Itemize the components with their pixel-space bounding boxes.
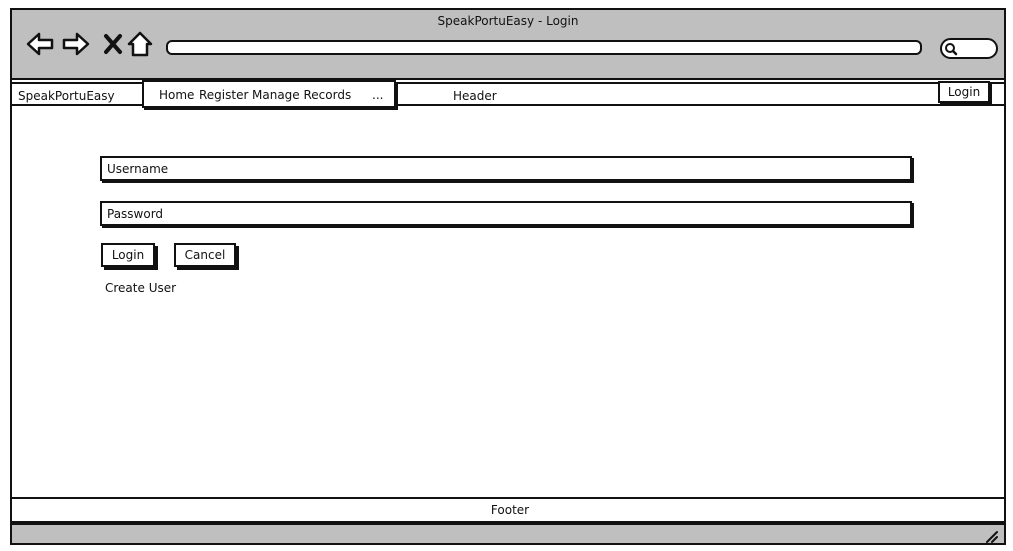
menu-item-register[interactable]: Register bbox=[199, 88, 248, 102]
create-user-link[interactable]: Create User bbox=[105, 281, 176, 295]
search-icon bbox=[945, 43, 958, 56]
header-label: Header bbox=[453, 89, 497, 103]
browser-titlebar: SpeakPortuEasy - Login bbox=[12, 10, 1004, 80]
main-menu: Home Register Manage Records ... bbox=[142, 80, 396, 108]
cancel-button[interactable]: Cancel bbox=[174, 243, 236, 267]
browser-statusbar bbox=[12, 523, 1004, 543]
home-icon[interactable] bbox=[126, 30, 154, 58]
window-title: SpeakPortuEasy - Login bbox=[437, 14, 579, 28]
brand-name: SpeakPortuEasy bbox=[18, 89, 115, 103]
password-input[interactable] bbox=[102, 203, 910, 225]
address-input[interactable] bbox=[168, 47, 920, 58]
site-footer: Footer bbox=[12, 497, 1004, 523]
menu-item-home[interactable]: Home bbox=[159, 88, 194, 102]
password-field[interactable] bbox=[100, 201, 912, 226]
browser-window: SpeakPortuEasy - Login SpeakPortuEasy Ho… bbox=[10, 8, 1006, 545]
menu-item-more[interactable]: ... bbox=[372, 88, 383, 102]
site-header: SpeakPortuEasy Home Register Manage Reco… bbox=[12, 80, 1004, 108]
menu-item-manage-records[interactable]: Manage Records bbox=[252, 88, 351, 102]
username-input[interactable] bbox=[102, 158, 910, 180]
address-bar[interactable] bbox=[166, 40, 922, 58]
login-button[interactable]: Login bbox=[101, 243, 155, 267]
back-arrow-icon[interactable] bbox=[26, 30, 54, 58]
resize-grip-icon[interactable] bbox=[984, 529, 998, 543]
username-field[interactable] bbox=[100, 156, 912, 181]
browser-search-button[interactable] bbox=[940, 38, 998, 59]
header-login-button[interactable]: Login bbox=[938, 81, 990, 103]
forward-arrow-icon[interactable] bbox=[62, 30, 90, 58]
close-icon[interactable] bbox=[100, 30, 128, 58]
